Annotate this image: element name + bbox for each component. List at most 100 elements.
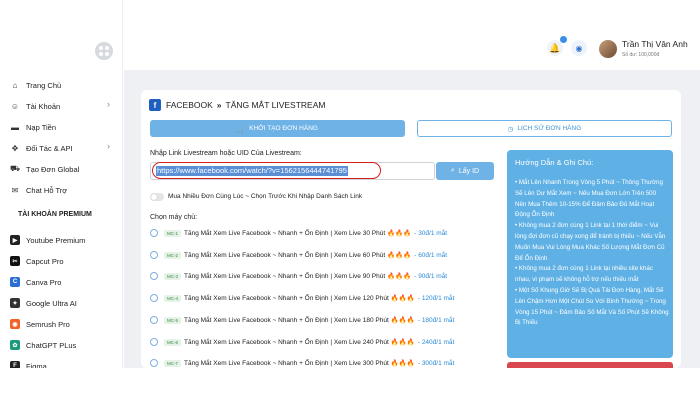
- card-icon: ▬: [11, 122, 19, 132]
- double-chevron-icon: »: [216, 100, 222, 110]
- breadcrumb-section: FACEBOOK: [166, 100, 213, 110]
- chat-icon: ✉: [11, 185, 19, 195]
- server-price: - 30đ/1 mắt: [414, 229, 448, 237]
- server-name: Tăng Mắt Xem Live Facebook ~ Nhanh + Ổn …: [184, 252, 412, 259]
- sidebar-item-label: Google Ultra AI: [26, 298, 77, 308]
- guide-note: • Một Số Khung Giờ Sẽ Bị Quá Tải Đơn Hàn…: [515, 286, 669, 327]
- page-bottom-bar: [0, 368, 700, 400]
- order-history-button[interactable]: ◷ LỊCH SỬ ĐƠN HÀNG: [417, 120, 672, 137]
- radio-button[interactable]: [150, 294, 158, 302]
- sidebar-item-label: ChatGPT PLus: [26, 340, 77, 350]
- server-name: Tăng Mắt Xem Live Facebook ~ Nhanh + Ổn …: [184, 360, 415, 367]
- server-tag: MC-3: [164, 272, 181, 280]
- sidebar-item-youtube-premium[interactable]: ▶ Youtube Premium: [10, 232, 114, 248]
- server-name: Tăng Mắt Xem Live Facebook ~ Nhanh + Ổn …: [184, 317, 415, 324]
- guide-note: • Mắt Lên Nhanh Trong Vòng 5 Phút ~ Thôn…: [515, 179, 663, 219]
- server-tag: MC-6: [164, 338, 181, 346]
- radio-button[interactable]: [150, 251, 158, 259]
- sidebar-item-partner-api[interactable]: ✥ Đối Tác & API ›: [10, 140, 114, 156]
- chevron-right-icon: ›: [107, 141, 110, 151]
- sidebar-item-label: Chat Hỗ Trợ: [26, 185, 68, 195]
- user-name[interactable]: Trần Thị Vân Anh: [622, 39, 688, 49]
- server-option[interactable]: MC-5 Tăng Mắt Xem Live Facebook ~ Nhanh +…: [150, 313, 490, 327]
- canva-icon: C: [10, 277, 20, 287]
- sidebar-item-semrush-pro[interactable]: ◉ Semrush Pro: [10, 316, 114, 332]
- radio-button[interactable]: [150, 316, 158, 324]
- server-tag: MC-7: [164, 359, 181, 367]
- brand-logo[interactable]: [95, 42, 113, 60]
- server-name: Tăng Mắt Xem Live Facebook ~ Nhanh + Ổn …: [184, 339, 415, 346]
- breadcrumb: f FACEBOOK » TĂNG MẮT LIVESTREAM: [149, 99, 325, 111]
- create-order-label: KHỞI TẠO ĐƠN HÀNG: [249, 125, 318, 132]
- settings-button[interactable]: ◉: [571, 40, 587, 56]
- server-name: Tăng Mắt Xem Live Facebook ~ Nhanh + Ổn …: [184, 273, 412, 280]
- premium-section-title: TÀI KHOẢN PREMIUM: [18, 211, 92, 218]
- user-balance: Số dư: 100,000đ: [622, 52, 660, 58]
- topbar: 🔔 ◉ Trần Thị Vân Anh Số dư: 100,000đ: [124, 0, 700, 70]
- guide-note: • Không mua 2 đơn cùng 1 Link tại nhiều …: [515, 265, 653, 284]
- breadcrumb-page: TĂNG MẮT LIVESTREAM: [225, 100, 326, 110]
- server-option[interactable]: MC-6 Tăng Mắt Xem Live Facebook ~ Nhanh +…: [150, 335, 490, 349]
- sidebar-item-capcut-pro[interactable]: ✂ Capcut Pro: [10, 253, 114, 269]
- server-select-label: Chọn máy chủ:: [150, 214, 198, 221]
- sidebar-item-support-chat[interactable]: ✉ Chat Hỗ Trợ: [10, 182, 114, 198]
- multi-order-toggle-label: Mua Nhiều Đơn Cùng Lúc ~ Chọn Trước Khi …: [168, 193, 363, 200]
- server-option[interactable]: MC-4 Tăng Mắt Xem Live Facebook ~ Nhanh +…: [150, 291, 490, 305]
- server-price: - 180đ/1 mắt: [417, 316, 455, 324]
- sidebar-item-home[interactable]: ⌂ Trang Chủ: [10, 77, 114, 93]
- get-id-button[interactable]: ⌕ Lấy ID: [436, 162, 494, 180]
- gear-icon: ◉: [575, 43, 583, 53]
- guide-title: Hướng Dẫn & Ghi Chú:: [515, 158, 594, 167]
- capcut-icon: ✂: [10, 256, 20, 266]
- google-ai-icon: ✦: [10, 298, 20, 308]
- server-price: - 90đ/1 mắt: [414, 272, 448, 280]
- sidebar-item-chatgpt-plus[interactable]: ✿ ChatGPT PLus: [10, 337, 114, 353]
- user-icon: ☺: [10, 101, 20, 111]
- sidebar: ⌂ Trang Chủ ☺ Tài Khoản › ▬ Nạp Tiền ✥ Đ…: [0, 0, 123, 371]
- cart-icon: 🛒: [237, 125, 246, 133]
- sidebar-item-label: Semrush Pro: [26, 319, 70, 329]
- radio-button[interactable]: [150, 338, 158, 346]
- avatar[interactable]: [599, 40, 617, 58]
- sidebar-item-account[interactable]: ☺ Tài Khoản ›: [10, 98, 114, 114]
- server-tag: MC-1: [164, 229, 181, 237]
- sidebar-item-deposit[interactable]: ▬ Nạp Tiền: [10, 119, 114, 135]
- server-price: - 300đ/1 mắt: [417, 359, 455, 367]
- server-option[interactable]: MC-2 Tăng Mắt Xem Live Facebook ~ Nhanh +…: [150, 248, 490, 262]
- sidebar-item-canva-pro[interactable]: C Canva Pro: [10, 274, 114, 290]
- multi-order-toggle[interactable]: [150, 193, 164, 201]
- radio-button[interactable]: [150, 229, 158, 237]
- server-name: Tăng Mắt Xem Live Facebook ~ Nhanh + Ổn …: [184, 295, 415, 302]
- link-field-label: Nhập Link Livestream hoặc UID Của Livest…: [150, 150, 302, 157]
- server-price: - 240đ/1 mắt: [417, 338, 455, 346]
- notification-badge: [560, 36, 567, 43]
- sidebar-item-label: Tạo Đơn Global: [26, 164, 80, 174]
- facebook-icon: f: [149, 99, 161, 111]
- sidebar-item-label: Capcut Pro: [26, 256, 64, 266]
- get-id-label: Lấy ID: [458, 167, 480, 175]
- sidebar-item-google-ultra-ai[interactable]: ✦ Google Ultra AI: [10, 295, 114, 311]
- notification-button[interactable]: 🔔: [547, 36, 567, 56]
- radio-button[interactable]: [150, 272, 158, 280]
- sidebar-item-label: Youtube Premium: [26, 235, 86, 245]
- bell-icon: 🔔: [549, 42, 561, 53]
- server-option[interactable]: MC-1 Tăng Mắt Xem Live Facebook ~ Nhanh +…: [150, 226, 490, 240]
- server-tag: MC-2: [164, 251, 181, 259]
- server-option[interactable]: MC-3 Tăng Mắt Xem Live Facebook ~ Nhanh +…: [150, 269, 490, 283]
- guide-note: • Không mua 2 đơn cùng 1 Link tại 1 thời…: [515, 222, 666, 262]
- server-price: - 120đ/1 mắt: [417, 294, 455, 302]
- server-price: - 60đ/1 mắt: [414, 251, 448, 259]
- chatgpt-icon: ✿: [10, 340, 20, 350]
- guide-panel: Hướng Dẫn & Ghi Chú: • Mắt Lên Nhanh Tro…: [507, 150, 673, 358]
- highlight-annotation: [152, 162, 381, 179]
- sidebar-item-label: Đối Tác & API: [26, 143, 73, 153]
- handshake-icon: ✥: [11, 143, 19, 153]
- create-order-button[interactable]: 🛒 KHỞI TẠO ĐƠN HÀNG: [150, 120, 405, 137]
- semrush-icon: ◉: [10, 319, 20, 329]
- chevron-right-icon: ›: [107, 99, 110, 109]
- cart-icon: ⛟: [9, 164, 21, 173]
- radio-button[interactable]: [150, 359, 158, 367]
- sidebar-item-global-order[interactable]: ⛟ Tạo Đơn Global: [10, 161, 114, 177]
- sidebar-item-label: Trang Chủ: [26, 80, 62, 90]
- search-icon: ⌕: [450, 167, 455, 174]
